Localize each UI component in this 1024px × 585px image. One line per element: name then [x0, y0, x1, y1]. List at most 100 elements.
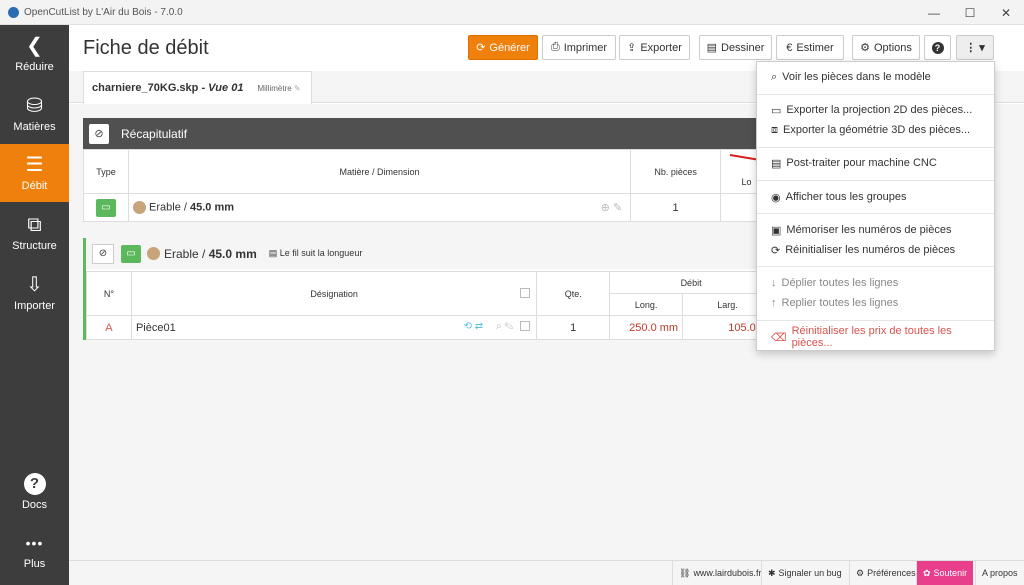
menu-item-show-parts[interactable]: ⌕ Voir les pièces dans le modèle: [757, 67, 994, 87]
menu-item-collapse-all[interactable]: ↑ Replier toutes les lignes: [757, 293, 994, 313]
sidebar-item-label: Importer: [14, 300, 55, 312]
estimate-button[interactable]: € Estimer: [776, 35, 844, 60]
options-button[interactable]: ⚙ Options: [852, 35, 920, 60]
save-icon: ▣: [771, 224, 782, 237]
close-button[interactable]: ✕: [988, 0, 1024, 25]
sidebar-item-reduire[interactable]: ❮ Réduire: [0, 25, 69, 83]
app-logo-icon: [8, 6, 19, 18]
footer-about-link[interactable]: A propos: [975, 561, 1024, 585]
footer-bug-link[interactable]: ✱ Signaler un bug: [761, 561, 848, 585]
grain-icon: ▤: [268, 248, 278, 258]
sidebar-item-docs[interactable]: ? Docs: [0, 463, 69, 521]
recap-count: 1: [630, 193, 722, 222]
window-title: OpenCutList by L'Air du Bois - 7.0.0: [24, 6, 183, 18]
eye-slash-icon[interactable]: ⊘: [89, 123, 109, 144]
solid-wood-icon: ▭: [121, 244, 141, 263]
col-debit: Débit: [609, 271, 773, 294]
estimate-label: Estimer: [796, 41, 834, 54]
menu-item-cnc[interactable]: ▤ Post-traiter pour machine CNC: [757, 153, 994, 173]
sidebar-item-importer[interactable]: ⇩ Importer: [0, 264, 69, 322]
row-actions: ⊕ ✎: [601, 201, 623, 214]
generate-label: Générer: [489, 41, 530, 54]
menu-divider: [757, 180, 994, 181]
col-material: Matière / Dimension: [127, 149, 632, 194]
menu-item-export-3d[interactable]: ⧈ Exporter la géométrie 3D des pièces...: [757, 120, 994, 140]
part-length: 250.0 mm: [609, 315, 684, 340]
export-button[interactable]: ⇪ Exporter: [619, 35, 690, 60]
tree-icon: ⧉: [27, 214, 42, 236]
select-all-checkbox[interactable]: [520, 288, 531, 298]
group-title: Erable / 45.0 mm: [164, 246, 257, 261]
recap-table: Type Matière / Dimension Nb. pièces Lo ▭…: [83, 149, 773, 222]
flip-icon[interactable]: ⇄: [475, 321, 483, 332]
sidebar-item-plus[interactable]: ••• Plus: [0, 522, 69, 580]
more-menu-button[interactable]: ⋮ ▾: [956, 35, 994, 60]
menu-divider: [757, 213, 994, 214]
part-name: Pièce01: [135, 321, 176, 334]
sidebar-item-label: Plus: [23, 558, 46, 570]
generate-button[interactable]: ⟳ Générer: [468, 35, 538, 60]
table-row[interactable]: ▭ Erable / 45.0 mm ⊕ ✎ 1: [83, 193, 773, 222]
maximize-button[interactable]: ☐: [952, 0, 988, 25]
menu-item-reset-prices[interactable]: ⌫ Réinitialiser les prix de toutes les pi…: [757, 325, 994, 349]
grain-note: ▤ Le fil suit la longueur: [268, 248, 363, 258]
help-button[interactable]: ?: [924, 35, 951, 60]
footer-preferences-link[interactable]: ⚙ Préférences: [849, 561, 922, 585]
print-label: Imprimer: [563, 41, 608, 54]
pencil-icon[interactable]: ✎: [504, 321, 513, 332]
draw-label: Dessiner: [721, 41, 765, 54]
eraser-icon: ⌫: [771, 331, 787, 344]
menu-item-export-2d[interactable]: ▭ Exporter la projection 2D des pièces...: [757, 100, 994, 120]
rotate-icon[interactable]: ⟲: [464, 321, 472, 332]
table-row[interactable]: A Pièce01 ⟲ ⇄ ⌕ ✎ 1 250.0 mm 105.0 m: [86, 315, 773, 340]
minimize-button[interactable]: —: [916, 0, 952, 25]
recap-title: Récapitulatif: [121, 126, 188, 141]
menu-item-show-groups[interactable]: ◉ Afficher tous les groupes: [757, 187, 994, 207]
options-label: Options: [873, 41, 912, 54]
row-checkbox[interactable]: [520, 321, 531, 332]
page-title: Fiche de débit: [83, 37, 209, 59]
pencil-icon[interactable]: ✎: [613, 202, 622, 214]
sidebar-item-debit[interactable]: ☰ Débit: [0, 144, 69, 202]
material-group: ⊘ ▭ Erable / 45.0 mm ▤ Le fil suit la lo…: [83, 238, 773, 340]
print-button[interactable]: ⎙ Imprimer: [542, 35, 616, 60]
help-circle-icon: ?: [23, 473, 46, 495]
col-type: Type: [83, 149, 129, 194]
solid-wood-icon: ▭: [95, 198, 116, 217]
draw-button[interactable]: ▤ Dessiner: [699, 35, 772, 60]
help-icon: ?: [931, 41, 944, 54]
document-icon: ▤: [706, 42, 717, 54]
search-icon[interactable]: ⌕: [496, 321, 502, 332]
footer-support-button[interactable]: ✿ Soutenir: [916, 561, 974, 585]
material-dimension: 45.0 mm: [189, 201, 235, 214]
menu-divider: [757, 266, 994, 267]
sidebar-item-matieres[interactable]: ⛁ Matières: [0, 85, 69, 143]
plus-circle-icon[interactable]: ⊕: [601, 202, 610, 214]
file-text-icon: ▤: [771, 157, 782, 170]
printer-icon: ⎙: [550, 41, 560, 53]
parts-table: N° Désignation Qte. Débit Long. Larg. A …: [86, 271, 773, 340]
col-long: Long.: [609, 293, 684, 316]
menu-item-expand-all[interactable]: ↓ Déplier toutes les lignes: [757, 273, 994, 293]
sidebar-item-structure[interactable]: ⧉ Structure: [0, 204, 69, 262]
gear-icon: ⚙: [860, 42, 870, 54]
more-dots-icon: •••: [25, 535, 44, 551]
footer-website-link[interactable]: ⛓ www.lairdubois.fr: [672, 561, 767, 585]
part-row-actions: ⟲ ⇄ ⌕ ✎: [464, 321, 531, 332]
chevron-left-icon: ❮: [26, 35, 43, 57]
import-icon: ⇩: [26, 274, 43, 296]
menu-item-save-numbers[interactable]: ▣ Mémoriser les numéros de pièces: [757, 220, 994, 240]
gear-icon: ⚙: [856, 567, 865, 578]
recap-header[interactable]: ⊘ Récapitulatif: [83, 118, 773, 149]
menu-item-reset-numbers[interactable]: ⟳ Réinitialiser les numéros de pièces: [757, 240, 994, 260]
group-header: ⊘ ▭ Erable / 45.0 mm ▤ Le fil suit la lo…: [86, 238, 773, 269]
gift-icon: ✿: [923, 567, 931, 578]
col-designation: Désignation: [130, 271, 538, 316]
menu-divider: [757, 147, 994, 148]
eye-slash-icon[interactable]: ⊘: [92, 243, 114, 264]
export-label: Exporter: [640, 41, 682, 54]
tab-model[interactable]: charniere_70KG.skp - Vue 01 Millimètre ✎: [83, 71, 312, 104]
menu-divider: [757, 320, 994, 321]
tab-unit[interactable]: Millimètre ✎: [257, 84, 300, 93]
sidebar-item-label: Docs: [21, 499, 48, 511]
